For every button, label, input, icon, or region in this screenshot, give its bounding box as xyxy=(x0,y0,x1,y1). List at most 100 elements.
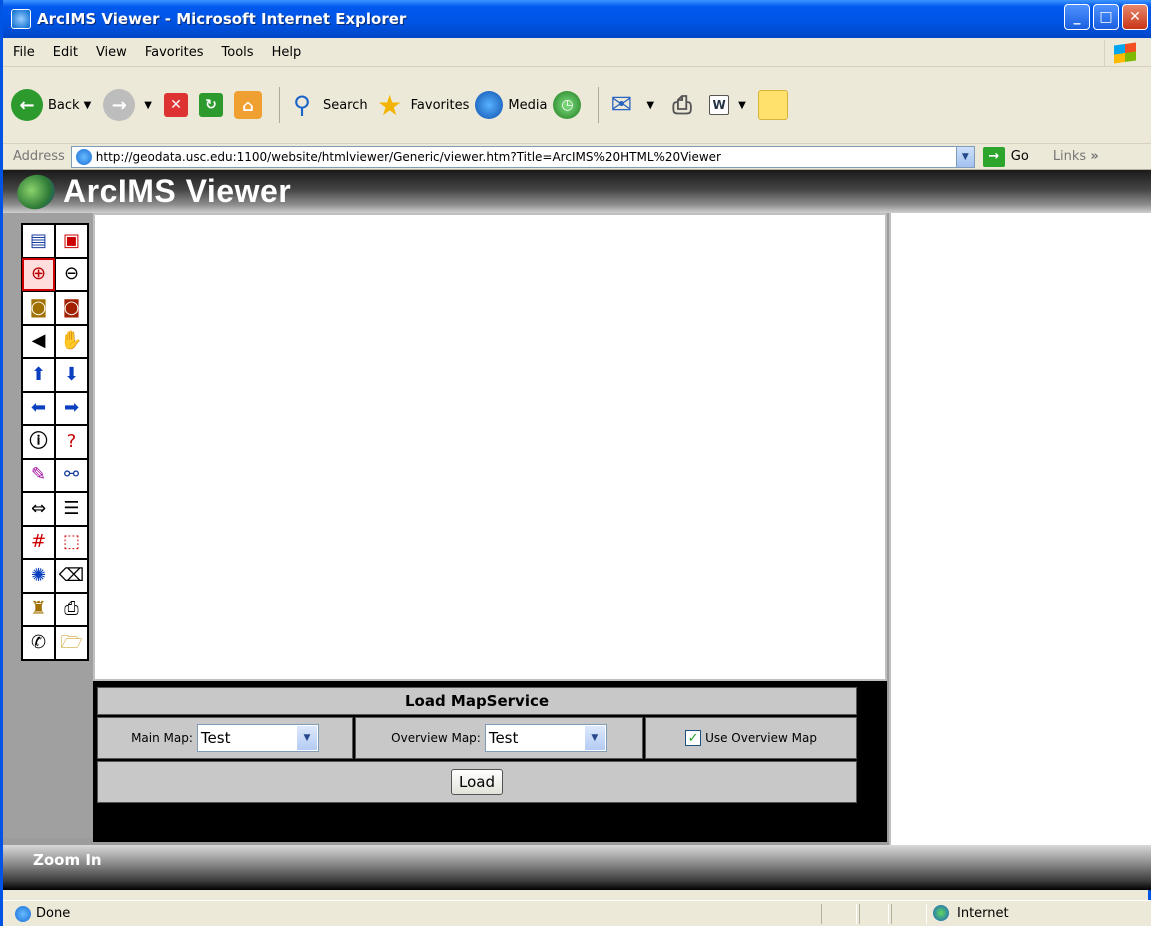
zone-label: Internet xyxy=(957,905,1009,921)
zoom-out-icon[interactable]: ⊖ xyxy=(55,257,88,291)
load-mapservice-panel: Load MapService Main Map: Test ▼ Overvie… xyxy=(93,681,887,842)
menu-view[interactable]: View xyxy=(96,45,127,60)
go-button[interactable]: → Go xyxy=(982,146,1029,167)
home-button[interactable]: ⌂ xyxy=(233,91,267,119)
chevron-down-icon: ▼ xyxy=(584,726,605,750)
main-map-cell: Main Map: Test ▼ xyxy=(97,717,353,759)
menu-edit[interactable]: Edit xyxy=(53,45,78,60)
overview-map-select[interactable]: Test ▼ xyxy=(484,724,607,752)
select-features-icon[interactable]: ✎ xyxy=(22,458,55,492)
load-button[interactable]: Load xyxy=(451,769,503,795)
use-overview-cell: ✓ Use Overview Map xyxy=(645,717,857,759)
menu-help[interactable]: Help xyxy=(272,45,302,60)
identify-icon[interactable]: ⓘ xyxy=(22,425,55,459)
back-dropdown-icon[interactable]: ▼ xyxy=(84,100,92,111)
stop-button[interactable]: ✕ xyxy=(163,93,193,117)
clear-selection-eraser-icon[interactable]: ⌫ xyxy=(55,559,88,593)
pan-north-icon[interactable]: ⬆ xyxy=(22,358,55,392)
set-units-icon[interactable]: ☰ xyxy=(55,492,88,526)
edit-button[interactable]: W ▼ xyxy=(709,95,752,115)
word-edit-icon: W xyxy=(709,95,730,115)
mail-envelope-icon: ✉ xyxy=(610,90,633,120)
edit-dropdown-icon[interactable]: ▼ xyxy=(738,100,746,111)
search-button[interactable]: ⚲ Search xyxy=(286,89,367,121)
ie-app-icon xyxy=(11,9,31,29)
find-binoculars-icon[interactable]: ⚯ xyxy=(55,458,88,492)
status-pane xyxy=(891,904,927,924)
viewer-status-bar: Zoom In xyxy=(3,845,1151,890)
pan-east-icon[interactable]: ➡ xyxy=(55,391,88,425)
toggle-layers-icon[interactable]: ▤ xyxy=(22,224,55,258)
use-overview-checkbox[interactable]: ✓ xyxy=(685,730,702,746)
pan-west-icon[interactable]: ⬅ xyxy=(22,391,55,425)
note-icon xyxy=(757,90,788,120)
minimize-button[interactable]: _ xyxy=(1064,4,1090,30)
favorites-button[interactable]: ★ Favorites xyxy=(374,88,470,122)
zoom-in-icon[interactable]: ⊕ xyxy=(22,257,55,291)
address-url: http://geodata.usc.edu:1100/website/html… xyxy=(95,149,721,164)
history-button[interactable]: ◷ xyxy=(553,91,586,119)
mail-dropdown-icon[interactable]: ▼ xyxy=(646,100,654,111)
pan-hand-icon[interactable]: ✋ xyxy=(55,324,88,358)
close-button[interactable]: ✕ xyxy=(1122,4,1148,30)
back-label: Back xyxy=(48,97,80,113)
forward-dropdown-icon[interactable]: ▼ xyxy=(144,100,152,111)
arcims-viewer: ArcIMS Viewer ▤ ▣ ⊕ ⊖ ◙ ◙ ◀ ✋ ⬆ ⬇ ⬅ ➡ ⓘ … xyxy=(3,169,1151,890)
window-title: ArcIMS Viewer - Microsoft Internet Explo… xyxy=(37,10,407,28)
media-globe-icon xyxy=(475,91,504,119)
messenger-button[interactable] xyxy=(757,90,793,120)
media-label: Media xyxy=(508,97,548,113)
main-map-select[interactable]: Test ▼ xyxy=(196,724,319,752)
zoom-full-extent-icon[interactable]: ◙ xyxy=(22,291,55,325)
pan-south-icon[interactable]: ⬇ xyxy=(55,358,88,392)
refresh-icon: ↻ xyxy=(198,93,223,117)
address-input[interactable]: http://geodata.usc.edu:1100/website/html… xyxy=(70,145,975,168)
page-ie-icon xyxy=(15,905,31,922)
browser-status-bar: Done Internet xyxy=(3,900,1151,926)
chevron-down-icon: ▼ xyxy=(296,726,317,750)
go-arrow-icon: → xyxy=(982,146,1005,167)
toggle-overview-icon[interactable]: ▣ xyxy=(55,224,88,258)
viewer-header: ArcIMS Viewer xyxy=(3,169,1151,214)
viewer-status-text: Zoom In xyxy=(33,851,102,869)
print-icon[interactable]: ⎙ xyxy=(55,592,88,626)
menu-file[interactable]: File xyxy=(13,45,35,60)
internet-globe-icon xyxy=(933,905,949,921)
menu-tools[interactable]: Tools xyxy=(222,45,254,60)
links-label: Links xyxy=(1052,149,1087,164)
forward-button[interactable]: → ▼ xyxy=(103,89,158,121)
measure-icon[interactable]: ⇔ xyxy=(22,492,55,526)
zoom-previous-icon[interactable]: ◀ xyxy=(22,324,55,358)
zoom-active-layer-icon[interactable]: ◙ xyxy=(55,291,88,325)
mail-button[interactable]: ✉ ▼ xyxy=(605,89,660,121)
links-button[interactable]: Links » xyxy=(1053,149,1099,164)
favorites-star-icon: ★ xyxy=(377,88,403,122)
open-folder-icon[interactable]: 🗁 xyxy=(55,626,88,660)
geocode-icon[interactable]: ♜ xyxy=(22,592,55,626)
options-wrench-icon[interactable]: ✆ xyxy=(22,626,55,660)
refresh-button[interactable]: ↻ xyxy=(198,93,228,117)
map-area[interactable] xyxy=(93,213,887,681)
browser-window: ArcIMS Viewer - Microsoft Internet Explo… xyxy=(0,0,1151,926)
select-line-icon[interactable]: ⬚ xyxy=(55,525,88,559)
overview-map-value: Test xyxy=(488,729,519,747)
go-label: Go xyxy=(1010,149,1029,164)
status-pane xyxy=(859,904,889,924)
print-button[interactable]: ⎙ xyxy=(666,89,703,121)
menu-bar: File Edit View Favorites Tools Help xyxy=(3,38,1151,67)
select-rectangle-icon[interactable]: # xyxy=(22,525,55,559)
address-dropdown-icon[interactable]: ▼ xyxy=(955,146,974,167)
back-arrow-icon: ← xyxy=(11,89,43,121)
buffer-icon[interactable]: ✺ xyxy=(22,559,55,593)
tool-grid: ▤ ▣ ⊕ ⊖ ◙ ◙ ◀ ✋ ⬆ ⬇ ⬅ ➡ ⓘ ? ✎ ⚯ ⇔ ☰ # ⬚ xyxy=(21,223,89,661)
load-button-row: Load xyxy=(97,761,857,803)
query-icon[interactable]: ? xyxy=(55,425,88,459)
maximize-button[interactable]: □ xyxy=(1093,4,1119,30)
overview-map-label: Overview Map: xyxy=(391,731,481,745)
address-bar: Address http://geodata.usc.edu:1100/webs… xyxy=(3,144,1151,170)
media-button[interactable]: Media xyxy=(475,91,547,119)
back-button[interactable]: ← Back ▼ xyxy=(11,89,97,121)
favorites-label: Favorites xyxy=(410,97,470,113)
menu-favorites[interactable]: Favorites xyxy=(145,45,204,60)
arcims-globe-logo-icon xyxy=(12,169,60,214)
